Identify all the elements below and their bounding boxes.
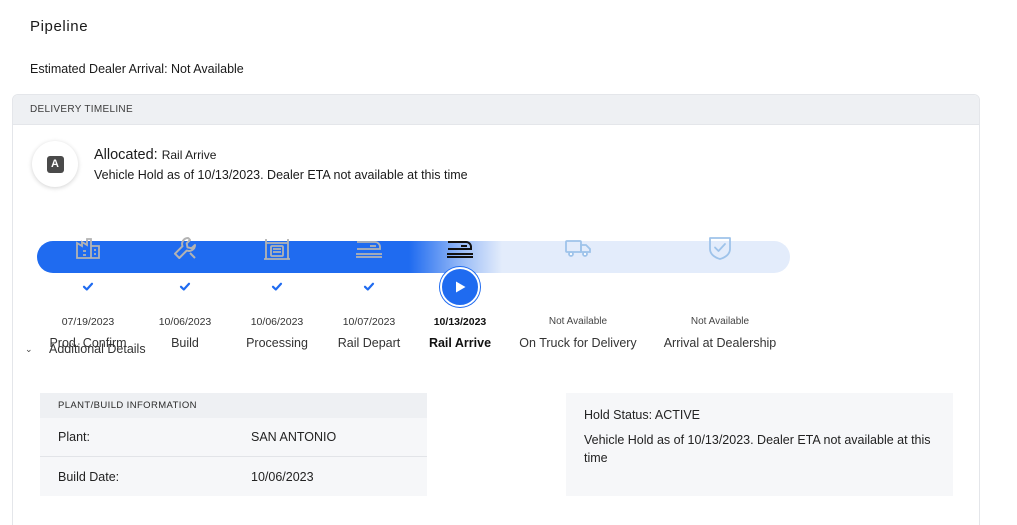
additional-details-toggle[interactable]: ⌄ Additional Details	[25, 342, 146, 356]
hold-message: Vehicle Hold as of 10/13/2023. Dealer ET…	[584, 433, 931, 465]
status-badge: A	[32, 141, 78, 187]
status-subheading: Rail Arrive	[161, 148, 217, 162]
build-date-row: Build Date: 10/06/2023	[40, 457, 427, 496]
status-description: Vehicle Hold as of 10/13/2023. Dealer ET…	[94, 168, 468, 182]
hold-status-panel: Hold Status: ACTIVE Vehicle Hold as of 1…	[566, 393, 953, 496]
plant-build-panel: PLANT/BUILD INFORMATION Plant: SAN ANTON…	[40, 393, 427, 496]
stage-check-dot	[75, 274, 101, 299]
card-header: DELIVERY TIMELINE	[13, 95, 979, 125]
stage-date: Not Available	[690, 316, 750, 327]
processing-icon	[263, 235, 291, 261]
additional-details-label: Additional Details	[49, 342, 146, 356]
status-heading: Allocated: Rail Arrive	[94, 147, 216, 163]
chevron-down-icon: ⌄	[25, 343, 33, 354]
rail-arrive-icon	[446, 235, 474, 261]
stage-date: 10/13/2023	[433, 316, 487, 328]
stage-check-dot	[356, 274, 382, 299]
stage-check-dot	[264, 274, 290, 299]
plant-key: Plant:	[58, 430, 90, 444]
rail-depart-icon	[355, 235, 383, 261]
status-heading-label: Allocated:	[94, 147, 158, 163]
progress-track	[37, 241, 790, 273]
shield-check-icon	[706, 235, 734, 261]
wrench-icon	[171, 235, 199, 261]
plant-build-header: PLANT/BUILD INFORMATION	[40, 393, 427, 418]
stage-check-dot	[172, 274, 198, 299]
build-date-key: Build Date:	[58, 469, 120, 484]
plant-value: SAN ANTONIO	[251, 430, 337, 444]
plant-row: Plant: SAN ANTONIO	[40, 418, 427, 457]
delivery-timeline-card: DELIVERY TIMELINE A Allocated: Rail Arri…	[12, 94, 980, 525]
status-letter-icon: A	[46, 155, 64, 173]
stage-current-dot	[440, 267, 480, 307]
stage-date: Not Available	[548, 316, 608, 327]
stage-label: Rail Arrive	[428, 336, 492, 350]
build-date-value: 10/06/2023	[251, 469, 314, 484]
hold-status: Hold Status: ACTIVE	[584, 408, 701, 422]
eta-text: Estimated Dealer Arrival: Not Available	[30, 62, 244, 76]
factory-icon	[74, 235, 102, 261]
page-title: Pipeline	[30, 18, 89, 35]
stage-label: On Truck for Delivery	[519, 336, 637, 350]
truck-icon	[564, 235, 592, 261]
stage-label: Arrival at Dealership	[663, 336, 777, 350]
